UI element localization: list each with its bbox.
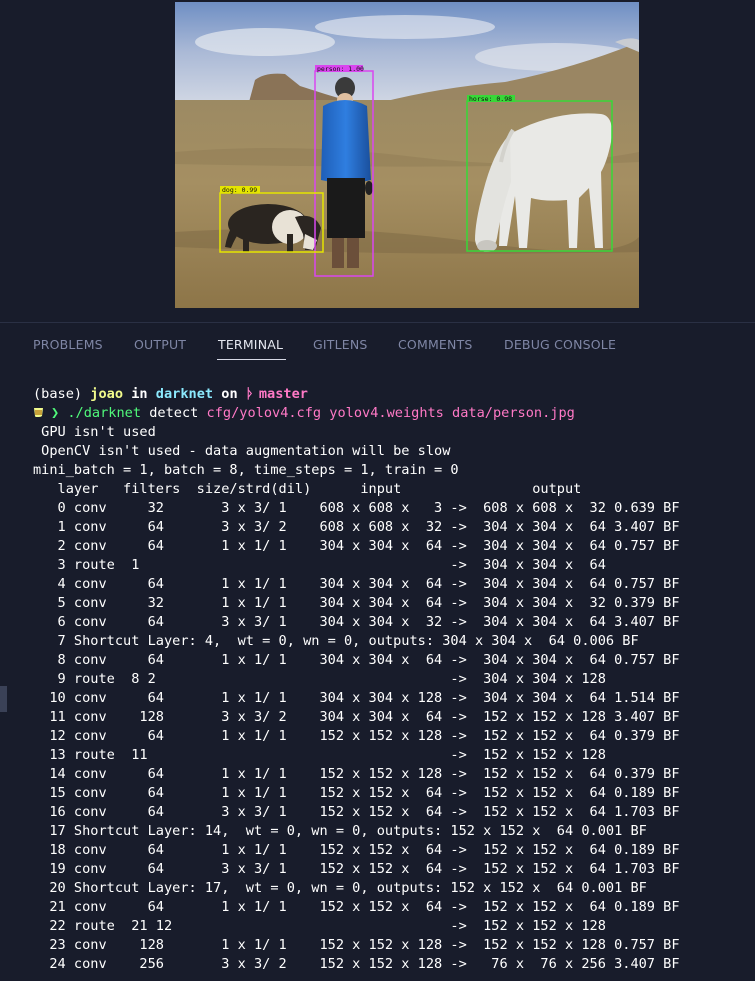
terminal-output[interactable]: (base) joao in darknet on ᚦ master ❯ ./da… — [33, 385, 753, 981]
layer-row: 23 conv 128 1 x 1/ 1 152 x 152 x 128 -> … — [33, 937, 680, 953]
dog-detection-label: dog: 0.99 — [222, 186, 257, 194]
layer-row: 11 conv 128 3 x 3/ 2 304 x 304 x 64 -> 1… — [33, 709, 680, 725]
layer-row: 21 conv 64 1 x 1/ 1 152 x 152 x 64 -> 15… — [33, 899, 680, 915]
tab-comments[interactable]: COMMENTS — [398, 337, 473, 352]
layer-row: 4 conv 64 1 x 1/ 1 304 x 304 x 64 -> 304… — [33, 576, 680, 592]
horse-detection-label: horse: 0.98 — [469, 95, 512, 103]
layer-row: 8 conv 64 1 x 1/ 1 304 x 304 x 64 -> 304… — [33, 652, 680, 668]
layer-row: 17 Shortcut Layer: 14, wt = 0, wn = 0, o… — [33, 823, 647, 839]
layer-row: 24 conv 256 3 x 3/ 2 152 x 152 x 128 -> … — [33, 956, 680, 972]
layer-row: 22 route 21 12 -> 152 x 152 x 128 — [33, 918, 606, 934]
person-detection-label: person: 1.00 — [317, 65, 364, 73]
layer-row: 14 conv 64 1 x 1/ 1 152 x 152 x 128 -> 1… — [33, 766, 680, 782]
output-line: mini_batch = 1, batch = 8, time_steps = … — [33, 462, 459, 478]
prompt-arrow: ❯ — [51, 405, 60, 421]
command-executable: ./darknet — [67, 405, 142, 421]
layer-table-header: layer filters size/strd(dil) input outpu… — [33, 481, 582, 497]
sash-handle[interactable] — [0, 686, 7, 712]
layer-row: 7 Shortcut Layer: 4, wt = 0, wn = 0, out… — [33, 633, 639, 649]
layer-row: 6 conv 64 3 x 3/ 1 304 x 304 x 32 -> 304… — [33, 614, 680, 630]
editor-window: person: 1.00 dog: 0.99 horse: 0.98 PROBL… — [0, 0, 755, 981]
layer-row: 1 conv 64 3 x 3/ 2 608 x 608 x 32 -> 304… — [33, 519, 680, 535]
conda-env: (base) — [33, 386, 83, 402]
prompt-user: joao — [90, 386, 124, 402]
layer-row: 3 route 1 -> 304 x 304 x 64 — [33, 557, 606, 573]
command-arguments: cfg/yolov4.cfg yolov4.weights data/perso… — [206, 405, 575, 421]
layer-row: 0 conv 32 3 x 3/ 1 608 x 608 x 3 -> 608 … — [33, 500, 680, 516]
detection-result-image: person: 1.00 dog: 0.99 horse: 0.98 — [175, 2, 639, 308]
layer-row: 9 route 8 2 -> 304 x 304 x 128 — [33, 671, 606, 687]
layer-row: 18 conv 64 1 x 1/ 1 152 x 152 x 64 -> 15… — [33, 842, 680, 858]
tab-output[interactable]: OUTPUT — [134, 337, 186, 352]
layer-row: 10 conv 64 1 x 1/ 1 304 x 304 x 128 -> 3… — [33, 690, 680, 706]
tab-gitlens[interactable]: GITLENS — [313, 337, 368, 352]
output-line: GPU isn't used — [33, 424, 156, 440]
output-line: OpenCV isn't used - data augmentation wi… — [33, 443, 451, 459]
layer-row: 15 conv 64 1 x 1/ 1 152 x 152 x 64 -> 15… — [33, 785, 680, 801]
tab-terminal[interactable]: TERMINAL — [218, 337, 283, 352]
layer-row: 12 conv 64 1 x 1/ 1 152 x 152 x 128 -> 1… — [33, 728, 680, 744]
prompt-on: on — [221, 386, 238, 402]
tab-problems[interactable]: PROBLEMS — [33, 337, 103, 352]
prompt-in: in — [131, 386, 148, 402]
git-branch: master — [258, 386, 308, 402]
detection-image-canvas: person: 1.00 dog: 0.99 horse: 0.98 — [175, 2, 639, 308]
command-subcommand: detect — [149, 405, 199, 421]
image-preview-pane: person: 1.00 dog: 0.99 horse: 0.98 — [0, 0, 755, 322]
layer-row: 2 conv 64 1 x 1/ 1 304 x 304 x 64 -> 304… — [33, 538, 680, 554]
layer-row: 20 Shortcut Layer: 17, wt = 0, wn = 0, o… — [33, 880, 647, 896]
layer-row: 13 route 11 -> 152 x 152 x 128 — [33, 747, 606, 763]
layer-row: 19 conv 64 3 x 3/ 1 152 x 152 x 64 -> 15… — [33, 861, 680, 877]
panel-tab-bar: PROBLEMS OUTPUT TERMINAL GITLENS COMMENT… — [0, 323, 755, 367]
prompt-dir: darknet — [155, 386, 214, 402]
tab-debug-console[interactable]: DEBUG CONSOLE — [504, 337, 616, 352]
layer-row: 5 conv 32 1 x 1/ 1 304 x 304 x 64 -> 304… — [33, 595, 680, 611]
active-tab-indicator — [217, 359, 286, 360]
cup-icon — [34, 408, 43, 417]
command-line: ❯ ./darknet detect cfg/yolov4.cfg yolov4… — [33, 404, 753, 423]
git-branch-icon: ᚦ — [245, 386, 254, 402]
layer-row: 16 conv 64 3 x 3/ 1 152 x 152 x 64 -> 15… — [33, 804, 680, 820]
prompt-line: (base) joao in darknet on ᚦ master — [33, 385, 753, 404]
